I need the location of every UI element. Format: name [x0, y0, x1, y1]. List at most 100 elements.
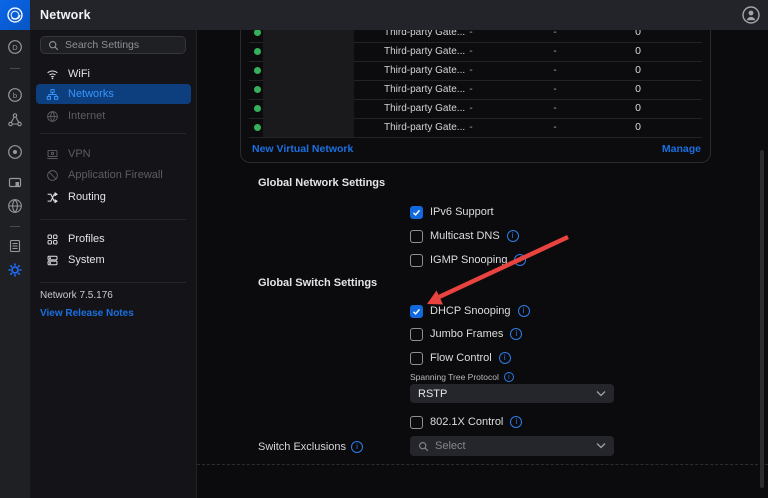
check-icon — [412, 208, 421, 217]
sidebar-item-label: Routing — [68, 191, 106, 203]
8021x-control-row[interactable]: 802.1X Control i — [410, 415, 522, 429]
topology-icon[interactable] — [7, 112, 23, 128]
sidebar-item-label: WiFi — [68, 68, 90, 80]
check-icon — [412, 307, 421, 316]
checkbox-unchecked[interactable] — [410, 254, 423, 267]
svg-text:b: b — [13, 91, 17, 100]
cell-c: 0 — [630, 118, 646, 137]
account-icon[interactable] — [742, 6, 760, 24]
checkbox-unchecked[interactable] — [410, 328, 423, 341]
sidebar-item-application-firewall[interactable]: Application Firewall — [36, 165, 191, 185]
network-type: Third-party Gate... — [384, 61, 465, 80]
checkbox-checked[interactable] — [410, 305, 423, 318]
protect-icon[interactable] — [7, 144, 23, 160]
network-type: Third-party Gate... — [384, 30, 465, 42]
sidebar-item-label: Profiles — [68, 233, 105, 245]
redacted-network-names — [263, 30, 354, 137]
checkbox-checked[interactable] — [410, 206, 423, 219]
view-release-notes-link[interactable]: View Release Notes — [40, 308, 134, 319]
search-placeholder: Search Settings — [65, 39, 139, 51]
cell-c: 0 — [630, 61, 646, 80]
checkbox-label: Jumbo Frames — [430, 328, 503, 340]
settings-gear-icon[interactable] — [7, 262, 23, 278]
jumbo-frames-row[interactable]: Jumbo Frames i — [410, 327, 522, 341]
info-icon[interactable]: i — [510, 328, 522, 340]
unifi-network-icon[interactable]: b — [7, 87, 23, 103]
sidebar-item-label: Internet — [68, 110, 105, 122]
info-icon[interactable]: i — [510, 416, 522, 428]
spanning-tree-protocol-label: Spanning Tree Protocol i — [410, 372, 514, 382]
checkbox-unchecked[interactable] — [410, 416, 423, 429]
sidebar-item-profiles[interactable]: Profiles — [36, 229, 191, 249]
status-dot-green — [254, 86, 261, 93]
console-icon[interactable] — [7, 175, 23, 191]
sidebar-item-networks[interactable]: Networks — [36, 84, 191, 104]
sidebar-item-vpn[interactable]: VPN — [36, 144, 191, 164]
checkbox-label: Flow Control — [430, 352, 492, 364]
manage-link[interactable]: Manage — [662, 143, 701, 155]
network-type: Third-party Gate... — [384, 80, 465, 99]
dhcp-snooping-row[interactable]: DHCP Snooping i — [410, 304, 530, 318]
wifi-icon — [46, 68, 59, 81]
unifi-network-settings-screen: Network D b — [0, 0, 768, 498]
scrollbar-thumb[interactable] — [760, 150, 764, 488]
info-icon[interactable]: i — [351, 441, 363, 453]
sidebar-item-internet[interactable]: Internet — [36, 106, 191, 126]
select-value: RSTP — [418, 388, 447, 400]
multicast-dns-row[interactable]: Multicast DNS i — [410, 229, 519, 243]
ipv6-support-row[interactable]: IPv6 Support — [410, 205, 494, 219]
cell-b: - — [547, 80, 563, 99]
field-label-text: Switch Exclusions — [258, 441, 346, 453]
logs-icon[interactable] — [7, 238, 23, 254]
network-type: Third-party Gate... — [384, 42, 465, 61]
checkbox-unchecked[interactable] — [410, 230, 423, 243]
igmp-snooping-row[interactable]: IGMP Snooping i — [410, 253, 526, 267]
global-network-settings-heading: Global Network Settings — [258, 177, 385, 189]
switch-exclusions-select[interactable]: Select — [410, 436, 614, 456]
info-icon[interactable]: i — [504, 372, 514, 382]
search-icon — [48, 40, 59, 51]
dashboard-icon[interactable]: D — [7, 39, 23, 55]
cell-b: - — [547, 42, 563, 61]
rail-divider — [10, 226, 20, 227]
sidebar-item-system[interactable]: System — [36, 250, 191, 270]
row-divider — [249, 137, 702, 138]
system-icon — [46, 254, 59, 267]
cell-b: - — [547, 99, 563, 118]
checkbox-unchecked[interactable] — [410, 352, 423, 365]
info-icon[interactable]: i — [514, 254, 526, 266]
cell-c: 0 — [630, 99, 646, 118]
wifiman-icon[interactable] — [7, 198, 23, 214]
app-rail: D b — [0, 30, 30, 498]
cell-a: - — [463, 61, 479, 80]
unifi-logo[interactable] — [0, 0, 30, 30]
status-dot-green — [254, 48, 261, 55]
global-switch-settings-heading: Global Switch Settings — [258, 277, 377, 289]
globe-icon — [46, 110, 59, 123]
spanning-tree-protocol-select[interactable]: RSTP — [410, 384, 614, 403]
cell-a: - — [463, 118, 479, 137]
checkbox-label: 802.1X Control — [430, 416, 503, 428]
page-title: Network — [40, 0, 91, 30]
cell-c: 0 — [630, 80, 646, 99]
search-settings-input[interactable]: Search Settings — [40, 36, 186, 54]
cell-a: - — [463, 30, 479, 42]
checkbox-label: IPv6 Support — [430, 206, 494, 218]
info-icon[interactable]: i — [507, 230, 519, 242]
checkbox-label: IGMP Snooping — [430, 254, 507, 266]
unifi-logo-icon — [6, 6, 24, 24]
flow-control-row[interactable]: Flow Control i — [410, 351, 511, 365]
firewall-icon — [46, 169, 59, 182]
rail-divider — [10, 68, 20, 69]
info-icon[interactable]: i — [518, 305, 530, 317]
new-virtual-network-link[interactable]: New Virtual Network — [252, 143, 353, 155]
checkbox-label: DHCP Snooping — [430, 305, 511, 317]
info-icon[interactable]: i — [499, 352, 511, 364]
profiles-icon — [46, 233, 59, 246]
sidebar-divider — [40, 282, 186, 283]
search-icon — [418, 441, 429, 452]
sidebar-item-routing[interactable]: Routing — [36, 187, 191, 207]
sidebar-item-wifi[interactable]: WiFi — [36, 64, 191, 84]
cell-b: - — [547, 118, 563, 137]
version-text: Network 7.5.176 — [40, 290, 113, 301]
